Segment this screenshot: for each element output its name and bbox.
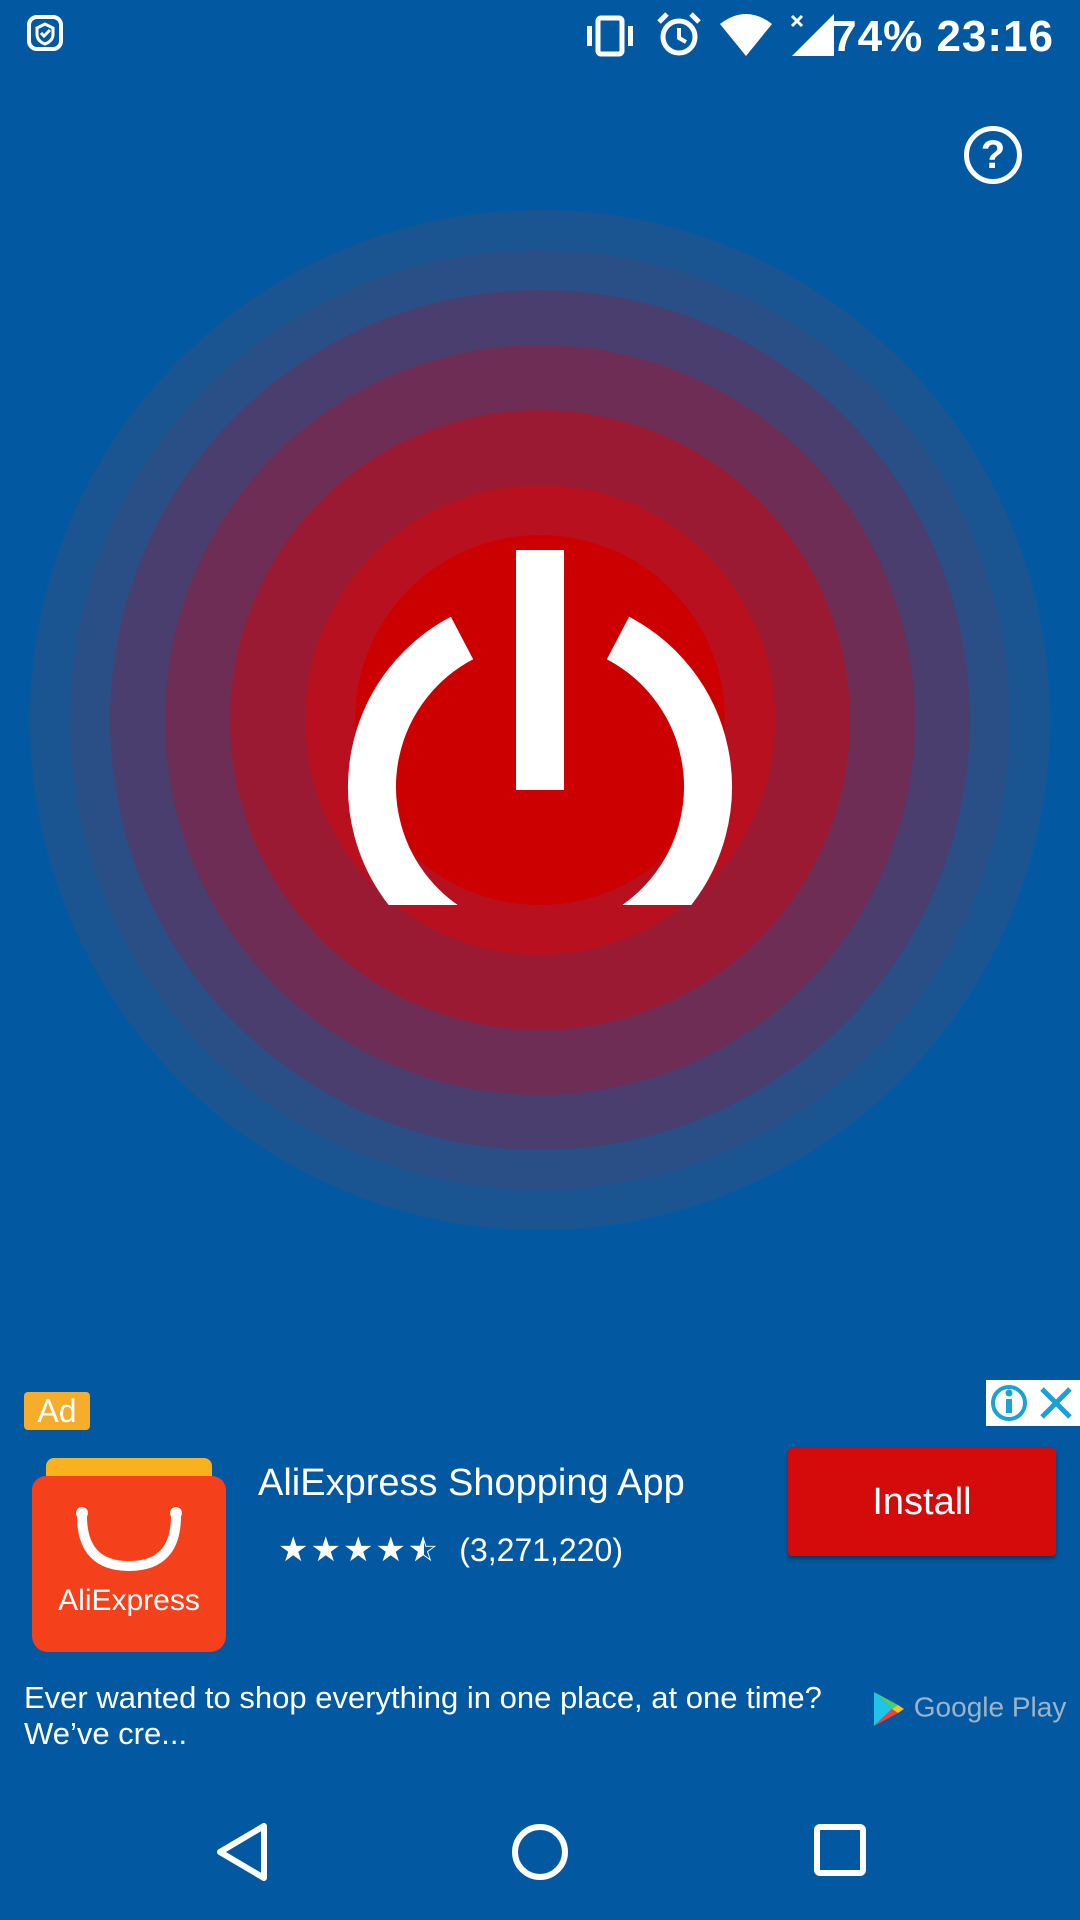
aliexpress-icon-label: AliExpress (58, 1584, 200, 1617)
home-icon[interactable] (508, 1820, 572, 1884)
install-button[interactable]: Install (788, 1448, 1056, 1556)
power-icon (348, 550, 732, 905)
recents-icon[interactable] (812, 1822, 868, 1878)
google-play-badge[interactable]: Google Play (872, 1690, 1066, 1728)
ad-badge: Ad (24, 1392, 90, 1430)
ad-description: Ever wanted to shop everything in one pl… (24, 1680, 822, 1751)
google-play-icon (874, 1692, 904, 1726)
aliexpress-app-icon[interactable]: AliExpress (32, 1458, 226, 1652)
wifi-icon (720, 14, 772, 56)
battery-percent: 74% (832, 12, 924, 61)
signal-icon (790, 14, 834, 56)
status-bar: 74% 23:16 (0, 0, 1080, 72)
navigation-bar (0, 1780, 1080, 1920)
adchoices[interactable] (986, 1380, 1080, 1426)
back-icon[interactable] (212, 1820, 272, 1884)
rating-row: ★★★★☆★ (3,271,220) (278, 1530, 623, 1570)
app-shield-icon (27, 15, 63, 51)
clock: 23:16 (936, 12, 1054, 61)
google-play-label: Google Play (913, 1691, 1067, 1723)
power-button-area (0, 160, 1080, 1280)
alarm-icon (657, 12, 701, 56)
vibrate-icon (587, 15, 633, 57)
rating-stars: ★★★★☆★ (278, 1531, 441, 1569)
rating-count: (3,271,220) (459, 1532, 623, 1568)
status-readout: 74% 23:16 (832, 12, 1054, 62)
ad-app-name[interactable]: AliExpress Shopping App (258, 1462, 685, 1505)
